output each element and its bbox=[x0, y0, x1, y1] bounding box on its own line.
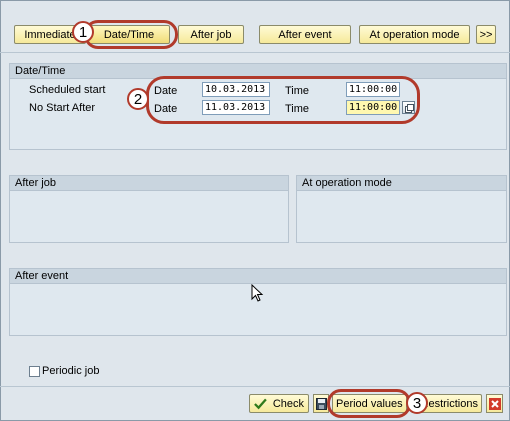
callout-3-number: 3 bbox=[412, 394, 422, 412]
toolbar-separator bbox=[0, 52, 510, 53]
check-button-label: Check bbox=[272, 397, 304, 410]
tab-after-event[interactable]: After event bbox=[259, 25, 351, 44]
callout-1-ring bbox=[84, 20, 178, 49]
cancel-button[interactable] bbox=[486, 394, 503, 413]
tab-at-operation-mode-label: At operation mode bbox=[369, 28, 460, 41]
after-job-group: After job bbox=[9, 175, 289, 243]
check-icon bbox=[254, 398, 267, 409]
periodic-job-checkbox[interactable] bbox=[29, 366, 40, 377]
callout-3-ring bbox=[327, 389, 411, 418]
at-operation-mode-group-title: At operation mode bbox=[297, 176, 506, 191]
callout-2-badge: 2 bbox=[127, 88, 149, 110]
mouse-cursor-icon bbox=[251, 284, 264, 302]
check-button[interactable]: Check bbox=[249, 394, 309, 413]
periodic-job-label: Periodic job bbox=[42, 365, 100, 377]
callout-2-number: 2 bbox=[133, 90, 143, 108]
callout-1-number: 1 bbox=[78, 23, 88, 41]
after-job-group-title: After job bbox=[10, 176, 288, 191]
restrictions-button-label: Restrictions bbox=[420, 397, 478, 410]
no-start-after-label: No Start After bbox=[29, 102, 96, 114]
tab-more-button[interactable]: >> bbox=[476, 25, 496, 44]
bottom-toolbar-separator bbox=[0, 386, 510, 387]
callout-2-ring bbox=[146, 76, 420, 124]
tab-after-job-label: After job bbox=[190, 28, 232, 41]
after-event-group-title: After event bbox=[10, 269, 506, 284]
cancel-icon bbox=[488, 397, 501, 410]
at-operation-mode-group: At operation mode bbox=[296, 175, 507, 243]
callout-1-badge: 1 bbox=[72, 21, 94, 43]
tab-at-operation-mode[interactable]: At operation mode bbox=[359, 25, 470, 44]
tab-more-label: >> bbox=[479, 28, 493, 41]
tab-immediate-label: Immediate bbox=[24, 28, 76, 41]
tab-after-event-label: After event bbox=[278, 28, 332, 41]
scheduled-start-label: Scheduled start bbox=[29, 84, 106, 96]
tab-after-job[interactable]: After job bbox=[178, 25, 244, 44]
save-icon bbox=[315, 397, 327, 410]
callout-3-badge: 3 bbox=[406, 392, 428, 414]
